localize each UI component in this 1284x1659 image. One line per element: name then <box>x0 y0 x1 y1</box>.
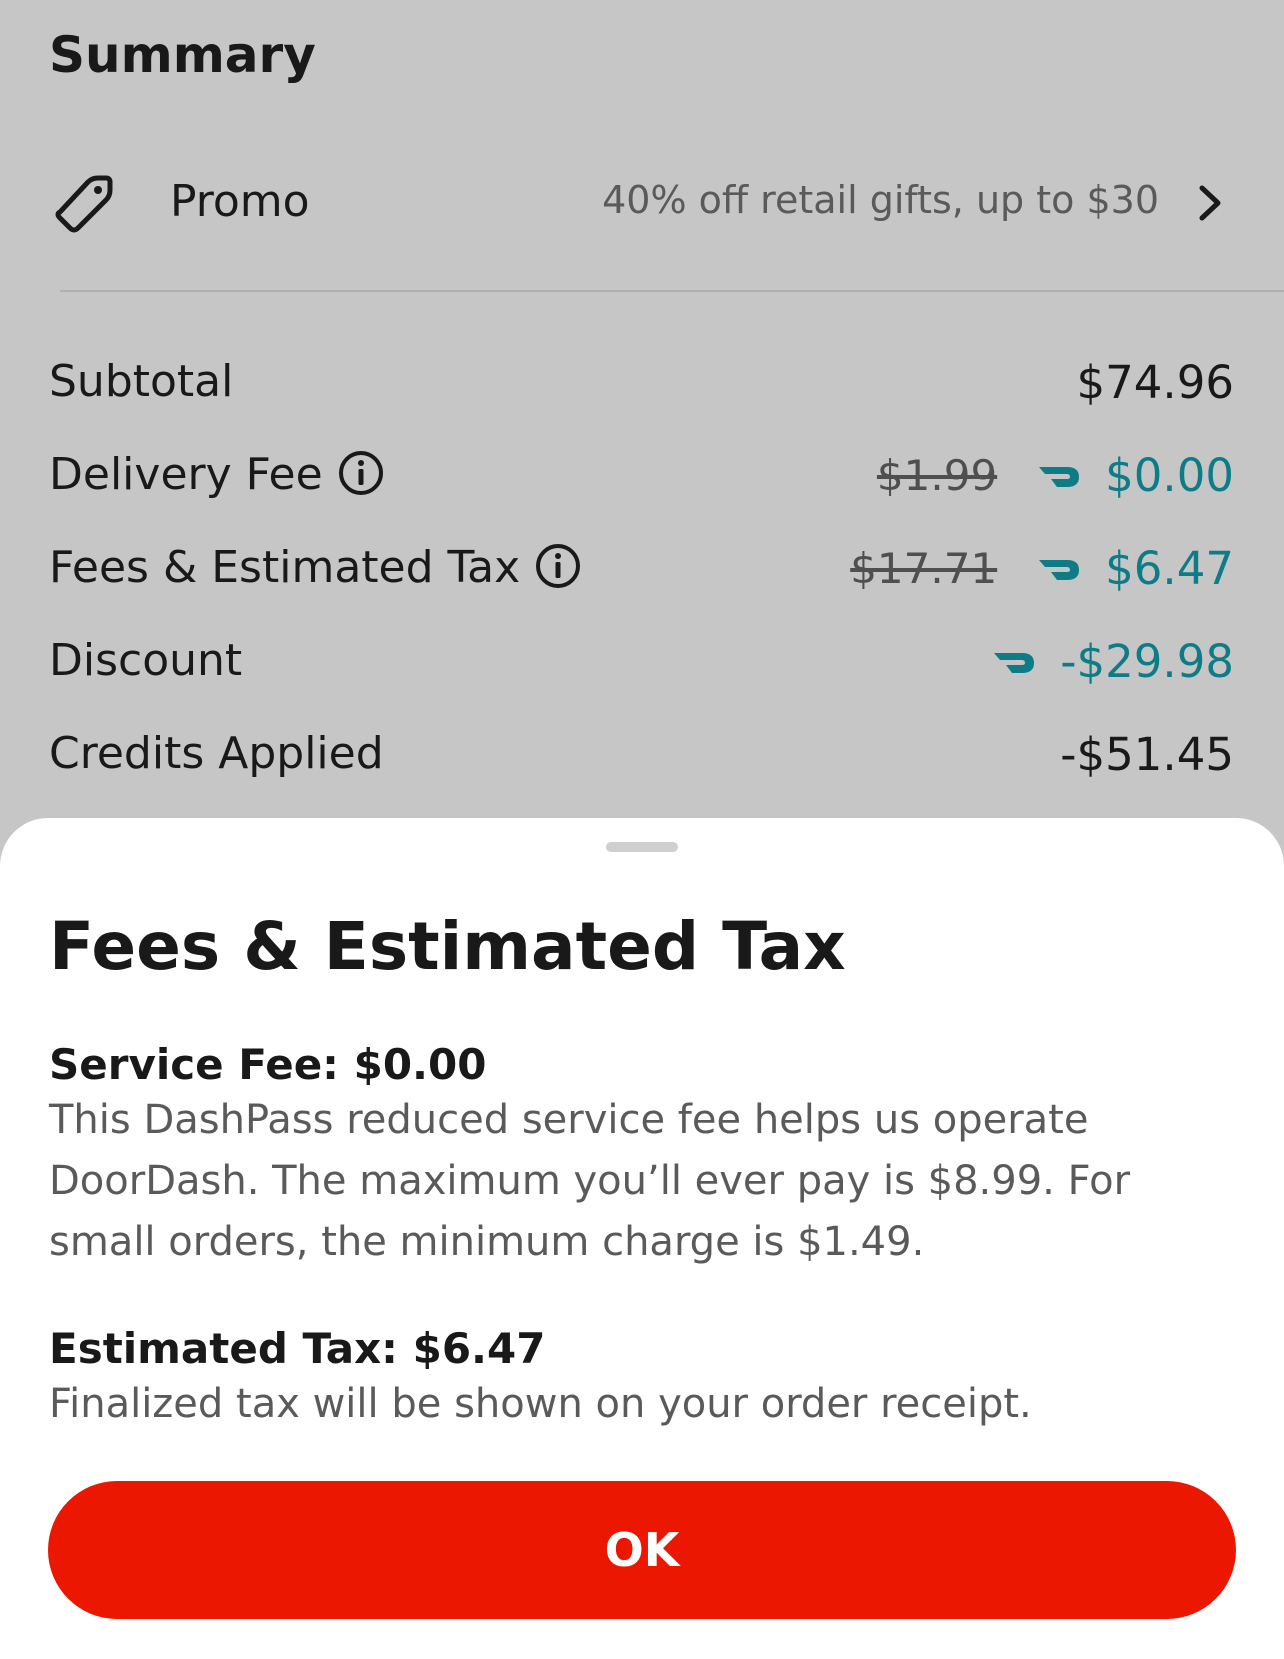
credits-value: -$51.45 <box>1060 728 1234 781</box>
delivery-fee-original: $1.99 <box>876 451 998 500</box>
tag-icon <box>55 175 113 233</box>
sheet-grabber-handle[interactable] <box>606 842 678 852</box>
info-icon[interactable] <box>534 542 582 590</box>
discount-row: Discount -$29.98 <box>49 629 1234 699</box>
fees-tax-original: $17.71 <box>850 544 998 593</box>
estimated-tax-description: Finalized tax will be shown on your orde… <box>49 1381 1032 1427</box>
divider <box>60 290 1284 292</box>
sheet-title: Fees & Estimated Tax <box>49 908 846 985</box>
fees-tax-label: Fees & Estimated Tax <box>49 542 521 593</box>
promo-value: 40% off retail gifts, up to $30 <box>602 178 1159 222</box>
summary-title: Summary <box>49 26 316 84</box>
credits-row: Credits Applied -$51.45 <box>49 722 1234 792</box>
promo-row[interactable]: Promo 40% off retail gifts, up to $30 <box>0 160 1284 250</box>
ok-button[interactable]: OK <box>48 1481 1236 1619</box>
delivery-fee-value: $0.00 <box>1105 449 1234 502</box>
service-fee-heading: Service Fee: $0.00 <box>49 1040 487 1089</box>
dashpass-icon <box>1039 559 1080 580</box>
subtotal-label: Subtotal <box>49 356 234 407</box>
discount-label: Discount <box>49 635 243 686</box>
dashpass-icon <box>994 652 1035 673</box>
fees-tax-row: Fees & Estimated Tax $17.71 $6.47 <box>49 536 1234 606</box>
credits-label: Credits Applied <box>49 728 384 779</box>
info-icon[interactable] <box>337 449 385 497</box>
subtotal-row: Subtotal $74.96 <box>49 350 1234 420</box>
dashpass-icon <box>1039 466 1080 487</box>
promo-label: Promo <box>170 176 310 227</box>
discount-value: -$29.98 <box>1060 635 1234 688</box>
delivery-fee-row: Delivery Fee $1.99 $0.00 <box>49 443 1234 513</box>
estimated-tax-heading: Estimated Tax: $6.47 <box>49 1324 546 1373</box>
delivery-fee-label: Delivery Fee <box>49 449 323 500</box>
fees-tax-bottom-sheet: Fees & Estimated Tax Service Fee: $0.00 … <box>0 818 1284 1659</box>
subtotal-value: $74.96 <box>1076 356 1234 409</box>
fees-tax-value: $6.47 <box>1105 542 1234 595</box>
service-fee-description: This DashPass reduced service fee helps … <box>49 1097 1131 1265</box>
chevron-right-icon <box>1199 185 1221 221</box>
